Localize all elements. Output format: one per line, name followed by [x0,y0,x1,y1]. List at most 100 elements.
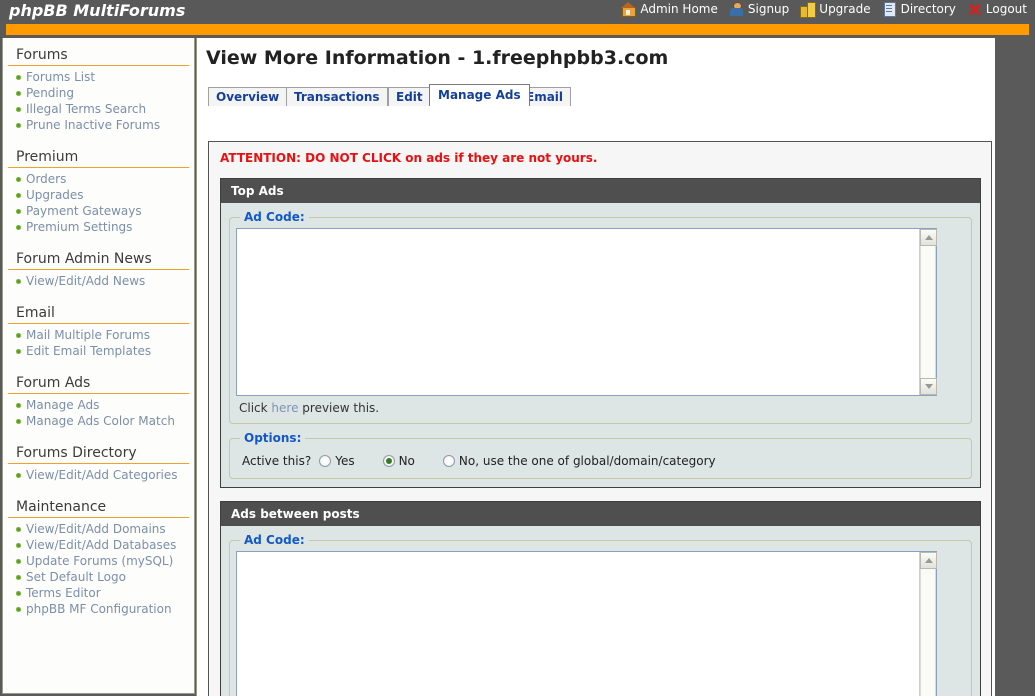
nav-upgrade-label: Upgrade [819,2,871,16]
list-item: Update Forums (mySQL) [15,554,194,570]
nav-directory-label: Directory [900,2,956,16]
radio-label: No, use the one of global/domain/categor… [458,454,716,468]
sidebar-item-set-default-logo[interactable]: Set Default Logo [26,570,126,584]
list-item: Manage Ads [15,398,194,414]
panel-ads-between-posts-body: Ad Code: Click here preview this. [221,526,980,696]
ad-code-top-scrollbar[interactable] [919,229,937,395]
sidebar-item-orders[interactable]: Orders [26,172,66,186]
tab-overview[interactable]: Overview [208,87,288,106]
list-item: Manage Ads Color Match [15,414,194,430]
sidebar-item-update-forums-mysql[interactable]: Update Forums (mySQL) [26,554,173,568]
sidebar-item-pending[interactable]: Pending [26,86,74,100]
panel-top-ads-body: Ad Code: Click here preview this. Option… [221,203,980,487]
manage-ads-panel: ATTENTION: DO NOT CLICK on ads if they a… [208,141,992,696]
sidebar-section-maintenance-title: Maintenance [8,495,189,518]
ad-code-between-scrollbar[interactable] [919,552,937,696]
sidebar-item-upgrades[interactable]: Upgrades [26,188,84,202]
sidebar-section-forum-admin-news-list: View/Edit/Add News [3,274,194,290]
fieldset-ad-code-top: Ad Code: Click here preview this. [229,210,972,424]
sidebar-section-forums-title: Forums [8,43,189,66]
list-item: View/Edit/Add Categories [15,468,194,484]
sidebar-item-terms-editor[interactable]: Terms Editor [26,586,101,600]
tab-edit[interactable]: Edit [388,87,431,106]
nav-admin-home[interactable]: Admin Home [621,2,718,17]
sidebar-section-forum-admin-news-title: Forum Admin News [8,247,189,270]
list-item: Upgrades [15,188,194,204]
sidebar-item-mail-multiple-forums[interactable]: Mail Multiple Forums [26,328,150,342]
chevron-down-icon [924,384,933,389]
scrollbar-track[interactable] [920,246,936,378]
ad-code-top-textarea-wrap [236,228,937,396]
scrollbar-track[interactable] [920,569,936,696]
list-item: View/Edit/Add News [15,274,194,290]
attention-notice: ATTENTION: DO NOT CLICK on ads if they a… [220,151,598,165]
nav-signup-label: Signup [747,2,790,16]
fieldset-ad-code-between: Ad Code: Click here preview this. [229,533,972,696]
sidebar-item-phpbb-mf-configuration[interactable]: phpBB MF Configuration [26,602,172,616]
sidebar-item-view-edit-add-databases[interactable]: View/Edit/Add Databases [26,538,176,552]
nav-upgrade[interactable]: Upgrade [800,2,871,18]
app-brand-title: phpBB MultiForums [9,1,186,20]
preview-prefix: Click [239,401,272,415]
chevron-up-icon [924,558,933,563]
nav-signup[interactable]: Signup [729,2,789,16]
sidebar-section-forum-ads-title: Forum Ads [8,371,189,394]
tab-transactions[interactable]: Transactions [286,87,388,106]
sidebar-item-view-edit-add-news[interactable]: View/Edit/Add News [26,274,145,288]
radio-active-yes-top[interactable]: Yes [319,454,355,468]
list-item: Terms Editor [15,586,194,602]
nav-logout[interactable]: Logout [967,2,1027,16]
sidebar-item-payment-gateways[interactable]: Payment Gateways [26,204,142,218]
radio-label: Yes [335,454,355,468]
sidebar-item-illegal-terms-search[interactable]: Illegal Terms Search [26,102,146,116]
sidebar-item-premium-settings[interactable]: Premium Settings [26,220,132,234]
sidebar-item-view-edit-add-domains[interactable]: View/Edit/Add Domains [26,522,166,536]
list-item: Edit Email Templates [15,344,194,360]
coins-icon [800,2,817,18]
ad-code-between-textarea-wrap [236,551,937,696]
panel-ads-between-posts: Ads between posts Ad Code: Click [220,501,981,696]
radio-active-no-top[interactable]: No [382,454,415,468]
active-this-label-top: Active this? [242,454,312,468]
nav-logout-label: Logout [985,2,1027,16]
sidebar-section-forum-ads-list: Manage Ads Manage Ads Color Match [3,398,194,430]
list-item: Payment Gateways [15,204,194,220]
list-item: Mail Multiple Forums [15,328,194,344]
tab-manage-ads[interactable]: Manage Ads [429,84,530,106]
person-icon [729,2,744,16]
fieldset-ad-code-between-legend: Ad Code: [244,533,305,547]
scroll-up-button[interactable] [920,552,937,569]
nav-directory[interactable]: Directory [882,2,956,17]
sidebar-item-manage-ads-color-match[interactable]: Manage Ads Color Match [26,414,175,428]
main-content: View More Information - 1.freephpbb3.com… [196,38,995,696]
sidebar-item-forums-list[interactable]: Forums List [26,70,95,84]
list-item: View/Edit/Add Domains [15,522,194,538]
radio-button-indicator [319,455,332,467]
nav-admin-home-label: Admin Home [640,2,718,16]
options-row-top: Active this? Yes No No, use the one of g… [236,449,965,472]
top-navigation: Admin Home Signup Upgrade Directory Logo… [610,2,1027,18]
house-icon [621,2,637,17]
orange-accent-stripe [6,24,1029,35]
radio-label: No [398,454,415,468]
chevron-up-icon [924,235,933,240]
scroll-up-button[interactable] [920,229,937,246]
tab-bar: Overview Transactions Edit Manage Ads Em… [208,84,995,106]
preview-line-top: Click here preview this. [236,396,965,417]
sidebar-section-premium-title: Premium [8,145,189,168]
page-title: View More Information - 1.freephpbb3.com [206,47,669,69]
sidebar-section-email-list: Mail Multiple Forums Edit Email Template… [3,328,194,360]
ad-code-top-textarea[interactable] [236,228,937,396]
document-icon [882,2,897,17]
scroll-down-button[interactable] [920,378,937,395]
ad-code-between-textarea[interactable] [236,551,937,696]
radio-active-global-top[interactable]: No, use the one of global/domain/categor… [442,454,716,468]
list-item: Set Default Logo [15,570,194,586]
sidebar-item-edit-email-templates[interactable]: Edit Email Templates [26,344,151,358]
sidebar-item-prune-inactive-forums[interactable]: Prune Inactive Forums [26,118,160,132]
sidebar-item-manage-ads[interactable]: Manage Ads [26,398,99,412]
sidebar-item-view-edit-add-categories[interactable]: View/Edit/Add Categories [26,468,178,482]
sidebar-section-email-title: Email [8,301,189,324]
preview-link-top[interactable]: here [271,401,298,415]
sidebar-section-forums-list: Forums List Pending Illegal Terms Search… [3,70,194,134]
